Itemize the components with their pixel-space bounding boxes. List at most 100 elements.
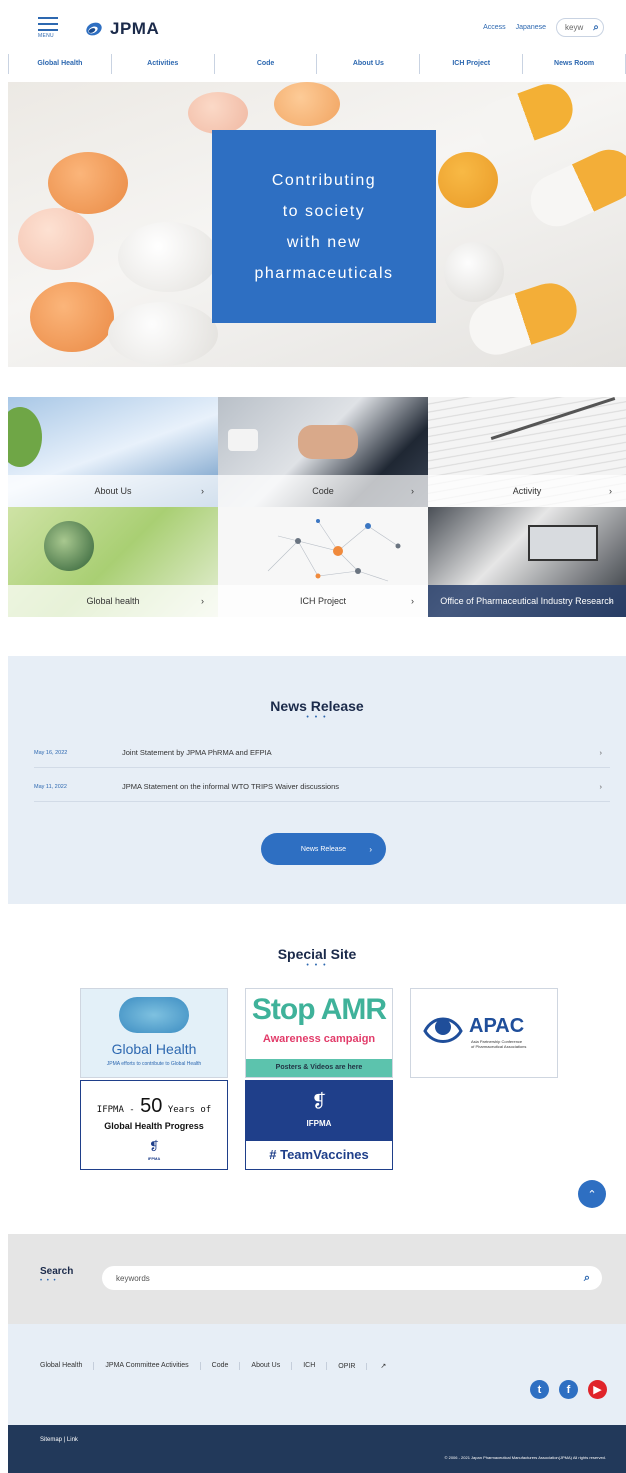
pill-image <box>48 152 128 214</box>
site-logo[interactable]: JPMA <box>84 19 159 39</box>
menu-icon <box>38 17 58 19</box>
logo-text: JPMA <box>110 19 160 38</box>
news-release-button[interactable]: News Release › <box>261 833 386 865</box>
news-date: May 16, 2022 <box>34 749 68 756</box>
nav-about-us[interactable]: About Us <box>316 54 419 74</box>
banner-subtitle: JPMA efforts to contribute to Global Hea… <box>106 1061 202 1067</box>
chevron-right-icon: › <box>411 596 414 606</box>
ifpma-suffix: Years of <box>167 1105 212 1115</box>
chevron-right-icon: › <box>201 486 204 496</box>
hero-line: to society <box>282 202 366 220</box>
banner-ifpma-50-years[interactable]: IFPMA - 50 Years of Global Health Progre… <box>80 1080 228 1170</box>
category-bar: About Us › <box>8 475 218 507</box>
pen-image <box>490 397 616 441</box>
team-vaccines-tag: # TeamVaccines <box>269 1147 369 1162</box>
global-nav: Global Health Activities Code About Us I… <box>8 54 626 74</box>
menu-button[interactable]: MENU <box>38 17 58 39</box>
pill-image <box>438 152 498 208</box>
banner-blue-top: ❡ IFPMA <box>246 1081 392 1141</box>
footer-link-code[interactable]: Code <box>199 1362 240 1370</box>
language-link[interactable]: Japanese <box>516 24 546 31</box>
hero-line: Contributing <box>271 171 377 189</box>
pill-image <box>188 92 248 134</box>
banner-stop-amr[interactable]: Stop AMR Awareness campaign Posters & Vi… <box>245 988 393 1078</box>
pill-image <box>274 82 340 126</box>
search-icon[interactable]: ⌕ <box>584 1272 590 1285</box>
facebook-icon[interactable]: f <box>559 1380 578 1399</box>
banner-subtitle: Asia Partnership Conference of Pharmaceu… <box>471 1039 526 1049</box>
twitter-icon[interactable]: t <box>530 1380 549 1399</box>
news-date: May 11, 2022 <box>34 783 67 790</box>
news-release-section: News Release • • • May 16, 2022 Joint St… <box>8 656 626 904</box>
nav-ich-project[interactable]: ICH Project <box>419 54 522 74</box>
header-search-placeholder: keyw <box>565 23 584 32</box>
banner-global-health[interactable]: Global Health JPMA efforts to contribute… <box>80 988 228 1078</box>
pill-image <box>118 222 218 292</box>
category-global-health[interactable]: Global health › <box>8 507 218 617</box>
footer-link-opir-label: OPIR <box>338 1363 356 1370</box>
title-dots: • • • <box>306 714 328 721</box>
news-item[interactable]: May 16, 2022 Joint Statement by JPMA PhR… <box>34 738 610 768</box>
ifpma-logo-icon: ❡ <box>148 1139 160 1153</box>
category-bar: Office of Pharmaceutical Industry Resear… <box>428 585 626 617</box>
footer-nav: Global Health JPMA Committee Activities … <box>40 1362 408 1370</box>
chevron-up-icon: ⌃ <box>587 1188 597 1201</box>
category-opir[interactable]: Office of Pharmaceutical Industry Resear… <box>428 507 626 617</box>
news-title-text: JPMA Statement on the informal WTO TRIPS… <box>122 782 340 791</box>
footer-link-global-health[interactable]: Global Health <box>40 1362 93 1370</box>
category-label: Global health <box>86 596 140 606</box>
ifpma-logo-text: IFPMA <box>306 1119 332 1128</box>
pill-image <box>108 302 218 366</box>
search-section: Search • • • keywords ⌕ <box>8 1234 626 1324</box>
hero-message-box: Contributing to society with new pharmac… <box>212 130 436 323</box>
banner-foot: Posters & Videos are here <box>246 1059 392 1077</box>
category-about-us[interactable]: About Us › <box>8 397 218 507</box>
footer-link-ich[interactable]: ICH <box>291 1362 326 1370</box>
pill-image <box>472 82 580 157</box>
header-search-input[interactable]: keyw ⌕ <box>556 18 604 37</box>
pill-image <box>30 282 114 352</box>
banner-title: Global Health <box>111 1041 197 1057</box>
back-to-top-button[interactable]: ⌃ <box>578 1180 606 1208</box>
chevron-right-icon: › <box>411 486 414 496</box>
pill-image <box>522 141 626 235</box>
footer-link-committee[interactable]: JPMA Committee Activities <box>93 1362 199 1370</box>
search-input[interactable]: keywords ⌕ <box>102 1266 602 1290</box>
banner-apac[interactable]: APAC Asia Partnership Conference of Phar… <box>410 988 558 1078</box>
access-link[interactable]: Access <box>483 24 506 31</box>
page: MENU JPMA Access Japanese keyw ⌕ Global … <box>8 8 626 1473</box>
menu-label: MENU <box>38 33 54 39</box>
nav-code[interactable]: Code <box>213 54 317 74</box>
ifpma-50: 50 <box>140 1095 163 1117</box>
globe-image <box>44 521 94 571</box>
search-icon[interactable]: ⌕ <box>593 22 599 33</box>
category-ich-project[interactable]: ICH Project › <box>218 507 428 617</box>
category-activity[interactable]: Activity › <box>428 397 626 507</box>
nav-news-room[interactable]: News Room <box>522 54 626 74</box>
banner-team-vaccines[interactable]: ❡ IFPMA # TeamVaccines <box>245 1080 393 1170</box>
category-code[interactable]: Code › <box>218 397 428 507</box>
nav-activities[interactable]: Activities <box>110 54 214 74</box>
footer-link-about-us[interactable]: About Us <box>239 1362 291 1370</box>
utility-nav: Access Japanese keyw ⌕ <box>483 18 604 37</box>
ifpma-prefix: IFPMA - <box>96 1105 135 1115</box>
hero-banner: Contributing to society with new pharmac… <box>8 82 626 367</box>
laptop-image <box>528 525 598 561</box>
hand-image <box>298 425 358 459</box>
special-site-section: Special Site • • • Global Health JPMA ef… <box>8 904 626 1234</box>
chevron-right-icon: › <box>609 486 612 496</box>
apac-sub-line: of Pharmaceutical Associations <box>471 1044 527 1049</box>
category-label: About Us <box>94 486 132 496</box>
coffee-cup-image <box>228 429 258 451</box>
nav-global-health[interactable]: Global Health <box>8 54 111 74</box>
external-link-icon: ↗ <box>366 1363 398 1370</box>
footer-link-opir[interactable]: OPIR ↗ <box>326 1362 408 1370</box>
title-dots: • • • <box>306 962 328 969</box>
sitemap-links[interactable]: Sitemap | Link <box>40 1437 78 1443</box>
chevron-right-icon: › <box>201 596 204 606</box>
hero-line: pharmaceuticals <box>254 264 394 282</box>
youtube-icon[interactable]: ▶ <box>588 1380 607 1399</box>
news-item[interactable]: May 11, 2022 JPMA Statement on the infor… <box>34 772 610 802</box>
search-label: Search <box>40 1266 74 1277</box>
site-header: MENU JPMA Access Japanese keyw ⌕ <box>8 8 626 48</box>
